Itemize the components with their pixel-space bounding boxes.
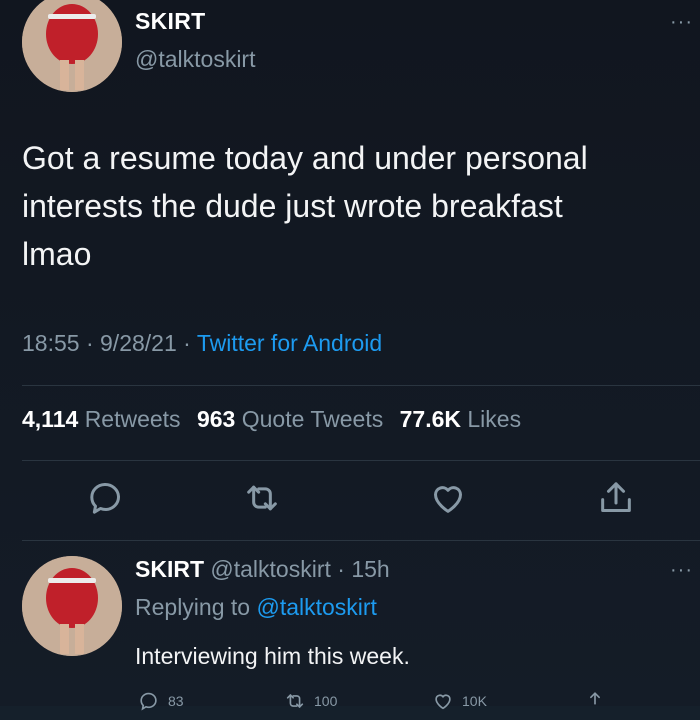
like-count: 10K (462, 693, 487, 709)
avatar-image (22, 556, 122, 656)
reply-icon (140, 692, 157, 711)
retweet-icon (286, 694, 304, 708)
likes-label: Likes (467, 406, 522, 432)
reply-age[interactable]: 15h (351, 556, 389, 582)
divider (22, 460, 700, 461)
reply-text: Interviewing him this week. (135, 643, 410, 669)
reply-header: SKIRT @talktoskirt · 15h (135, 556, 390, 583)
likes-stat[interactable]: 77.6K Likes (400, 406, 521, 432)
replying-to: Replying to @talktoskirt (135, 594, 377, 621)
meta-separator: · (183, 330, 191, 356)
reply-share-button[interactable] (584, 690, 606, 712)
likes-count: 77.6K (399, 406, 461, 432)
tweet-text: Got a resume today and under personal in… (22, 140, 588, 272)
tweet-meta: 18:55 · 9/28/21 · Twitter for Android (22, 330, 382, 357)
reply-actions: 83 100 10K (0, 690, 700, 720)
reply-reply-button[interactable]: 83 (138, 690, 184, 712)
share-icon[interactable] (596, 478, 636, 518)
meta-separator: · (85, 330, 94, 356)
tweet-time[interactable]: 18:55 (22, 330, 80, 356)
more-options-icon[interactable]: ··· (670, 12, 693, 32)
tweet-actions (0, 478, 700, 522)
retweet-icon[interactable] (242, 478, 282, 518)
author-avatar[interactable] (22, 0, 122, 92)
reply-author-handle[interactable]: @talktoskirt (210, 556, 330, 582)
reply-retweet-button[interactable]: 100 (284, 690, 337, 712)
reply-like-button[interactable]: 10K (432, 690, 487, 712)
reply-author-avatar[interactable] (22, 556, 122, 656)
meta-separator: · (337, 556, 345, 582)
author-handle[interactable]: @talktoskirt (135, 46, 255, 73)
quote-tweets-label: Quote Tweets (241, 406, 384, 432)
reply-more-options-icon[interactable]: ··· (670, 560, 693, 580)
tweet-source-link[interactable]: Twitter for Android (197, 330, 382, 356)
like-icon[interactable] (428, 478, 468, 518)
avatar-image (22, 0, 122, 92)
divider (22, 540, 700, 541)
reply-author-name[interactable]: SKIRT (135, 556, 204, 582)
like-icon (435, 694, 451, 710)
retweets-label: Retweets (84, 406, 181, 432)
reply-icon[interactable] (86, 478, 126, 518)
retweets-stat[interactable]: 4,114 Retweets (22, 406, 181, 432)
replying-prefix: Replying to (135, 594, 251, 620)
quote-tweets-count: 963 (196, 406, 236, 432)
retweets-count: 4,114 (22, 406, 79, 432)
quote-tweets-stat[interactable]: 963 Quote Tweets (197, 406, 383, 432)
author-name[interactable]: SKIRT (135, 8, 206, 35)
share-icon (590, 692, 600, 705)
engagement-stats: 4,114 Retweets 963 Quote Tweets 77.6K Li… (22, 406, 521, 433)
retweet-count: 100 (314, 693, 338, 709)
replying-handle-link[interactable]: @talktoskirt (256, 594, 376, 620)
tweet-detail-screen: SKIRT @talktoskirt ··· Got a resume toda… (0, 0, 700, 711)
divider (22, 385, 700, 386)
tweet-date[interactable]: 9/28/21 (100, 330, 177, 356)
reply-count: 83 (168, 693, 184, 709)
